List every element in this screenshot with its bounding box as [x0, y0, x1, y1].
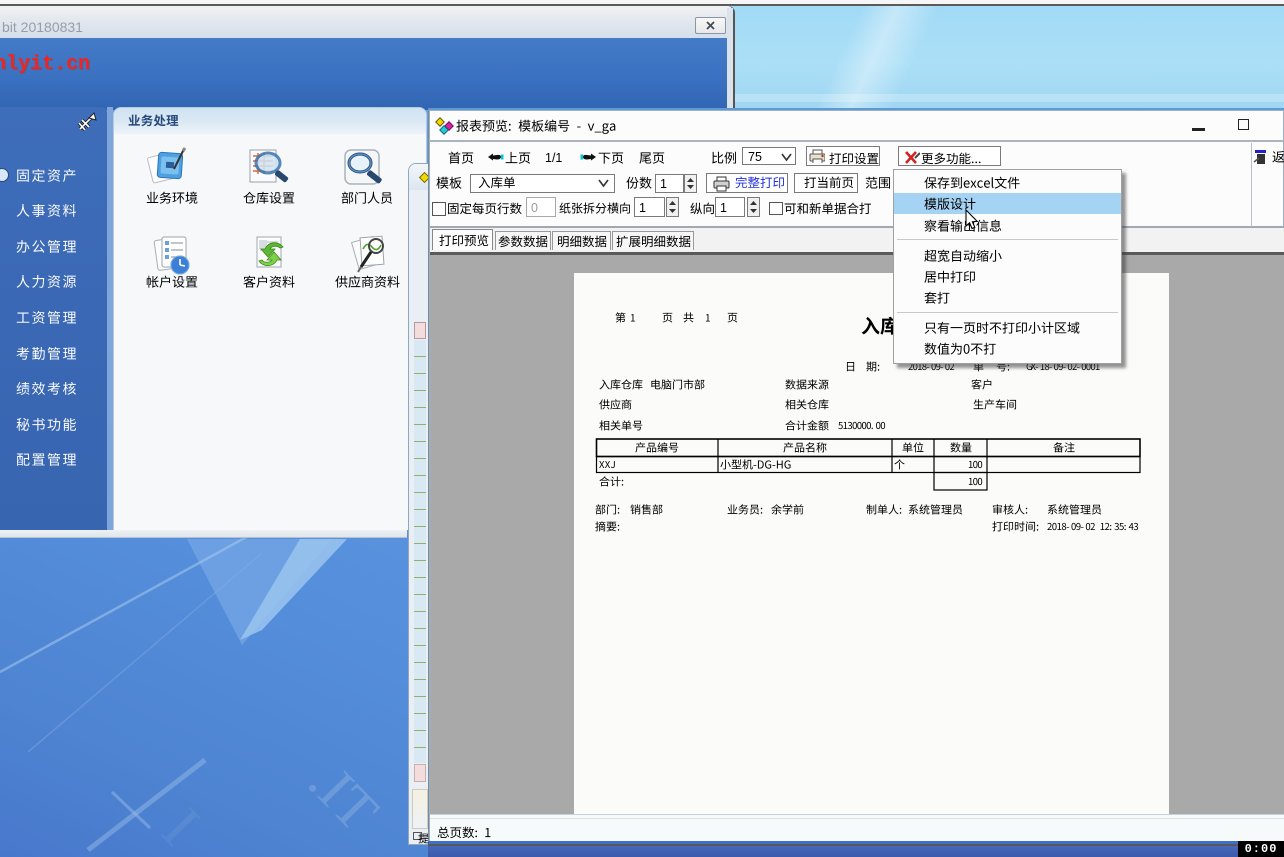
svg-text:I: I — [149, 796, 212, 857]
svg-text:.IT: .IT — [296, 749, 391, 844]
